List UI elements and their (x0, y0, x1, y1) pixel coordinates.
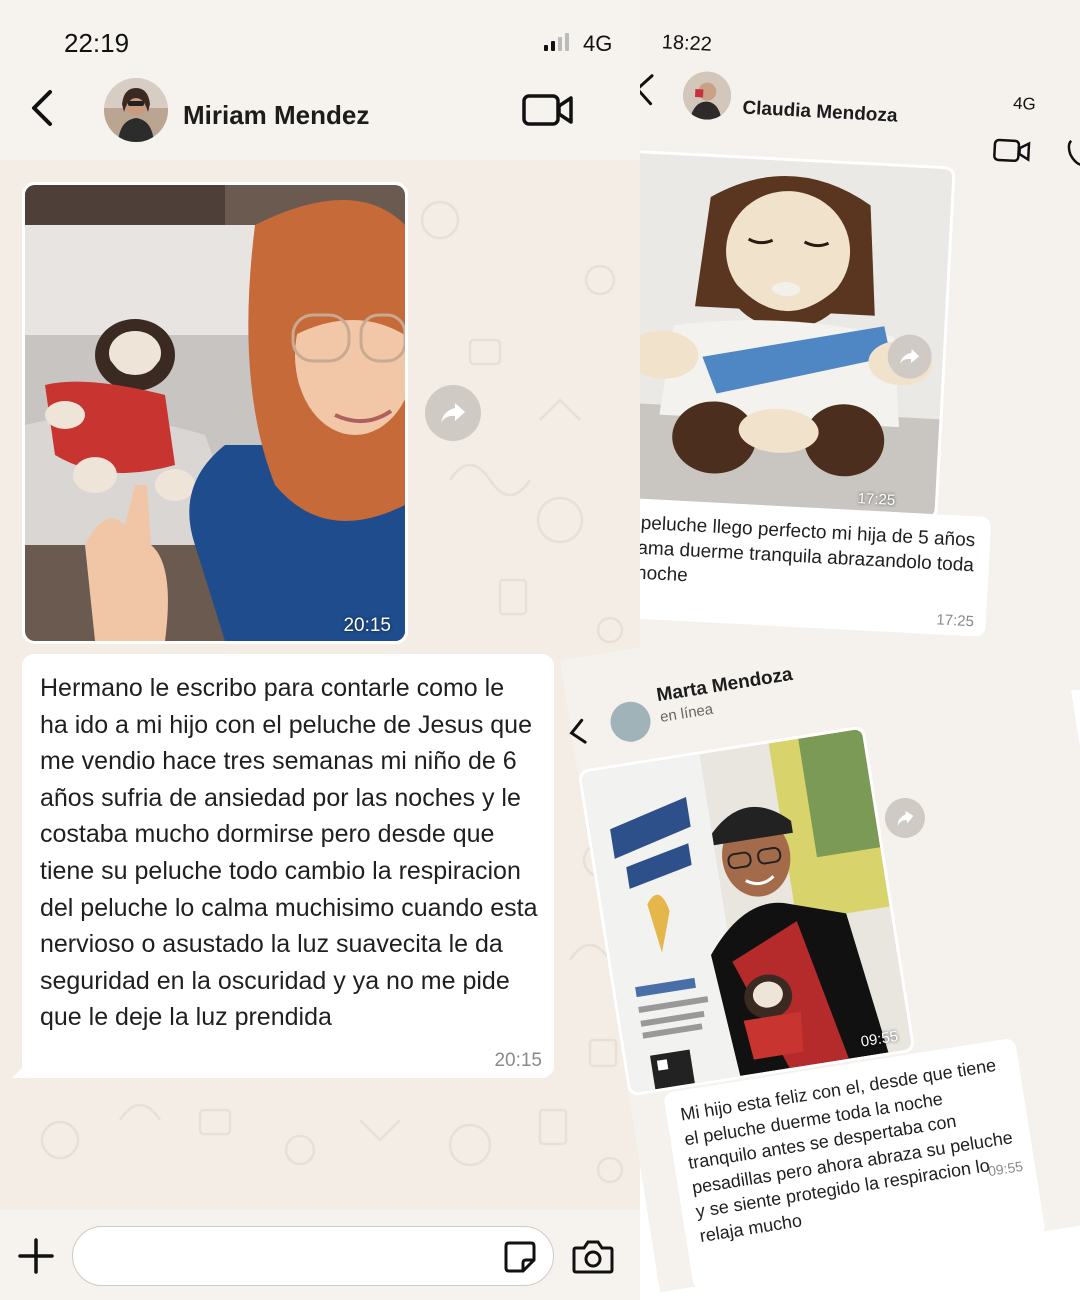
status-bar: 22:19 4G (0, 0, 640, 80)
contact-name[interactable]: Marta Mendoza (655, 664, 794, 707)
status-time: 22:19 (64, 28, 130, 58)
back-arrow-icon[interactable] (563, 716, 591, 747)
photo-woman-with-jesus-plush[interactable]: 09:55 (580, 728, 913, 1094)
text-message[interactable]: El peluche llego perfecto mi hija de 5 a… (640, 496, 992, 637)
back-arrow-icon[interactable] (24, 88, 64, 128)
video-call-icon[interactable] (522, 92, 574, 128)
avatar[interactable] (607, 698, 654, 745)
screenshot-marta: Marta Mendoza en línea 09:55 Mi hijo est… (520, 640, 1080, 1300)
chat-header: Miriam Mendez (0, 70, 640, 160)
photo-woman-with-plush[interactable]: 20:15 (25, 185, 405, 641)
contact-name[interactable]: Claudia Mendoza (742, 98, 898, 128)
message-time: 17:25 (857, 490, 896, 510)
message-time: 17:25 (935, 611, 975, 631)
network-type: 4G (583, 31, 613, 56)
message-input-box[interactable] (72, 1226, 554, 1286)
image-message[interactable]: 09:55 (577, 725, 916, 1097)
avatar[interactable] (681, 70, 733, 121)
status-time: 18:22 (661, 31, 713, 56)
plus-icon[interactable] (18, 1238, 54, 1274)
image-message[interactable]: 20:15 (22, 182, 408, 644)
signal-icon (544, 33, 569, 51)
text-message[interactable]: Hermano le escribo para contarle como le… (12, 654, 554, 1078)
avatar[interactable] (104, 78, 168, 142)
message-input[interactable] (93, 1241, 493, 1271)
contact-name[interactable]: Miriam Mendez (183, 100, 369, 131)
network-type: 4G (1012, 93, 1037, 114)
message-text: El peluche llego perfecto mi hija de 5 a… (640, 512, 976, 587)
message-time: 20:15 (343, 615, 391, 636)
back-arrow-icon[interactable] (640, 72, 660, 107)
forward-icon[interactable] (882, 795, 928, 841)
video-call-icon[interactable] (992, 137, 1031, 165)
message-text: Hermano le escribo para contarle como le… (40, 674, 538, 1032)
screenshot-claudia: 18:22 4G Claudia Mendoza 17:25 peluche l… (640, 0, 1080, 690)
phone-icon[interactable] (1066, 139, 1080, 168)
message-text: Mi hijo esta feliz con el, desde que tie… (679, 1054, 1014, 1246)
forward-icon[interactable] (425, 385, 481, 441)
